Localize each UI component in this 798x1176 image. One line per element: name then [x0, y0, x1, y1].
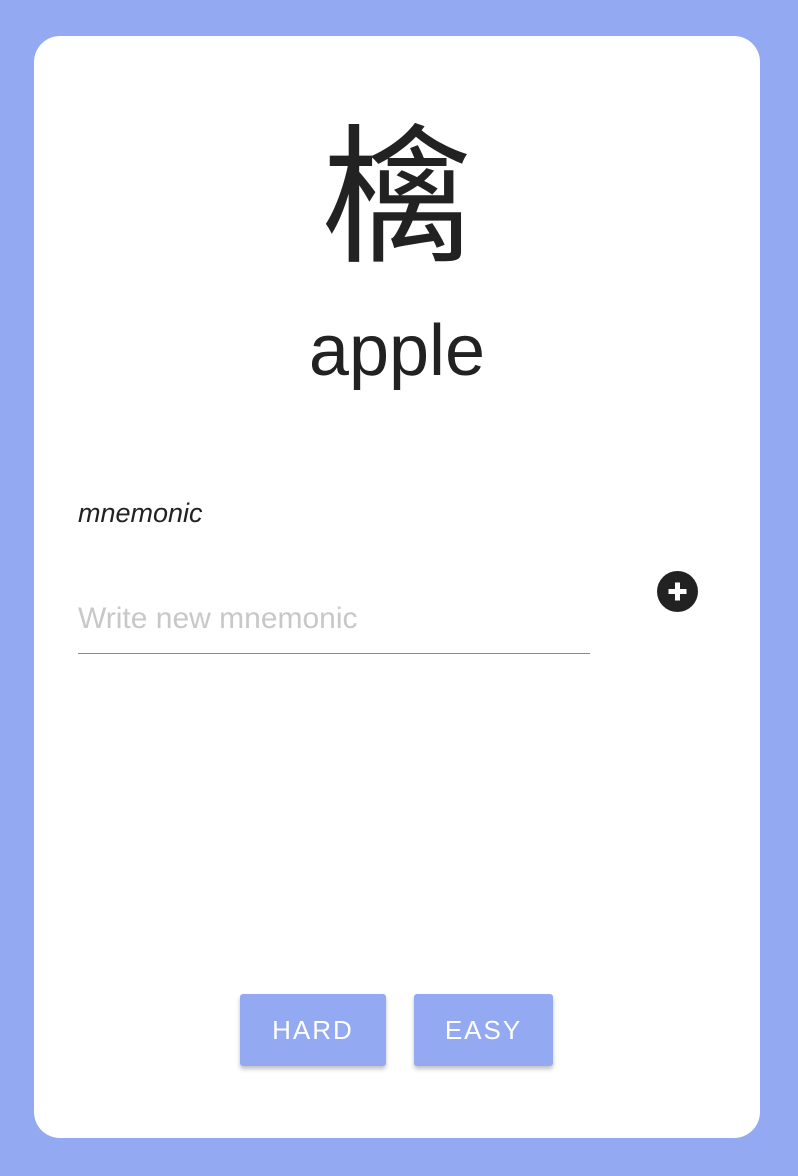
easy-button[interactable]: EASY: [414, 994, 553, 1066]
flashcard: 檎 apple mnemonic HARD EASY: [34, 36, 760, 1138]
hard-button[interactable]: HARD: [240, 994, 386, 1066]
mnemonic-input[interactable]: [78, 584, 590, 654]
mnemonic-label: mnemonic: [78, 498, 203, 528]
add-mnemonic-button[interactable]: [657, 571, 698, 612]
kanji-character: 檎: [321, 112, 472, 286]
meaning-text: apple: [308, 311, 486, 391]
plus-icon: [668, 582, 687, 601]
